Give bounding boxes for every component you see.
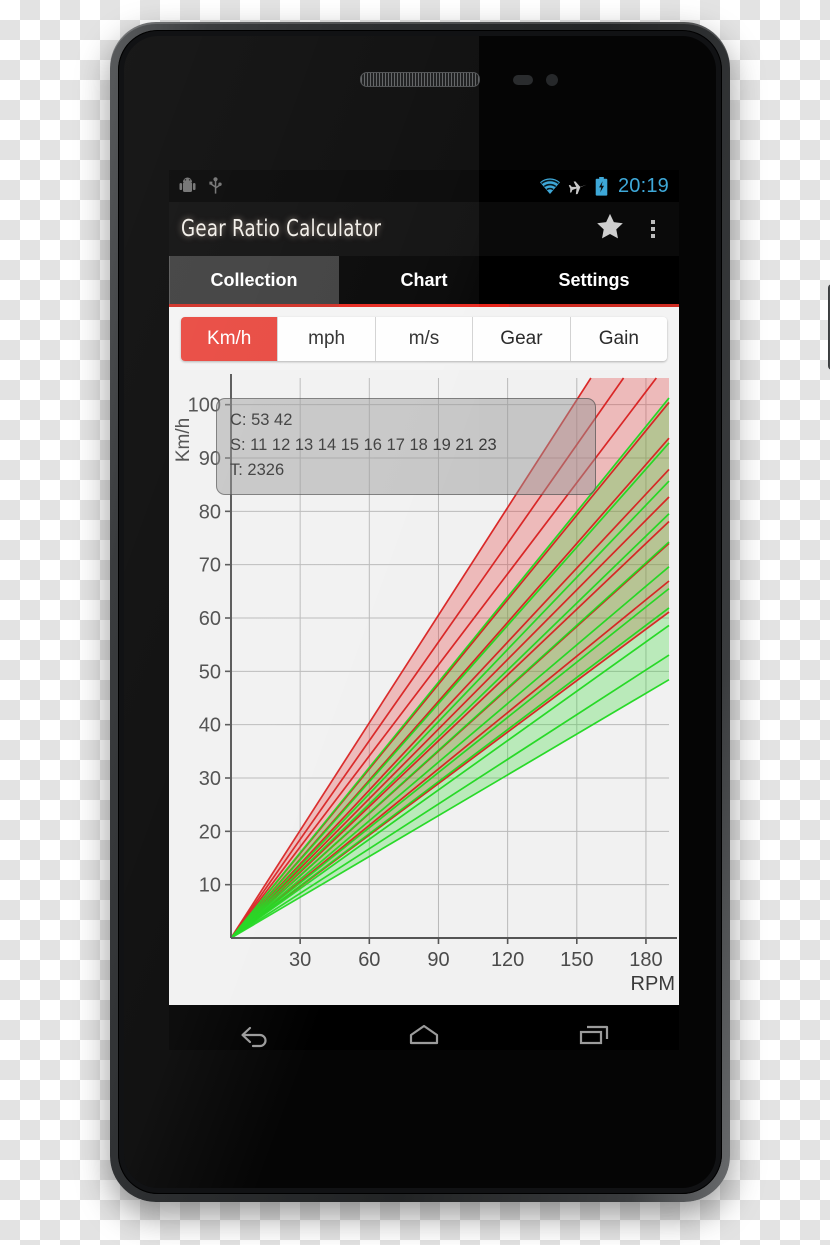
recent-apps-icon[interactable] (551, 1016, 637, 1051)
y-tick-label: 10 (199, 875, 221, 897)
tab-settings-label: Settings (558, 269, 630, 290)
y-tick-label: 70 (199, 555, 221, 577)
status-bar-right-icons: 20:19 (539, 175, 669, 198)
action-bar-buttons (595, 212, 667, 246)
action-bar: Gear Ratio Calculator (169, 202, 679, 256)
gear-chart[interactable]: 10 20 30 40 50 60 70 80 90 100 30 60 90 120 150 180 Km/… (169, 370, 679, 1005)
phone-glass: 20:19 Gear Ratio Calculator Collection C… (124, 36, 716, 1188)
status-bar-left-icons (179, 177, 223, 195)
usb-icon (209, 177, 222, 194)
x-tick-label: 30 (289, 949, 311, 971)
unit-button-ms[interactable]: m/s (375, 317, 474, 361)
unit-selector-container: Km/h mph m/s Gear Gain (169, 307, 679, 370)
chart-y-axis-label: Km/h (173, 418, 194, 462)
star-icon[interactable] (595, 212, 625, 246)
proximity-sensor (513, 75, 533, 85)
y-tick-label: 30 (199, 768, 221, 790)
info-tire: T: 2326 (230, 461, 285, 480)
back-icon[interactable] (211, 1016, 297, 1051)
android-nav-bar (169, 1005, 679, 1050)
unit-button-kmh[interactable]: Km/h (181, 317, 279, 361)
phone-device: 20:19 Gear Ratio Calculator Collection C… (110, 22, 830, 1202)
y-tick-label: 50 (199, 661, 221, 683)
gear-info-tooltip[interactable]: C: 53 42 S: 11 12 13 14 15 16 17 18 19 2… (216, 398, 596, 496)
android-debug-icon (179, 177, 196, 192)
app-title: Gear Ratio Calculator (181, 216, 382, 242)
tab-bar: Collection Chart Settings (169, 256, 679, 307)
unit-selector: Km/h mph m/s Gear Gain (181, 317, 667, 361)
info-chainrings: C: 53 42 (230, 411, 293, 429)
tab-collection[interactable]: Collection (169, 256, 339, 304)
tab-collection-label: Collection (210, 269, 298, 290)
wifi-icon (539, 177, 560, 194)
unit-button-gain[interactable]: Gain (570, 317, 667, 361)
tab-chart-label: Chart (400, 269, 448, 290)
chart-x-axis-label: RPM (631, 973, 675, 995)
y-tick-label: 20 (199, 821, 221, 843)
status-bar-clock: 20:19 (617, 174, 669, 197)
earpiece-speaker (360, 72, 480, 87)
airplane-mode-icon (568, 181, 587, 195)
tab-chart[interactable]: Chart (339, 256, 509, 307)
light-sensor (546, 74, 558, 86)
x-tick-label: 150 (560, 949, 593, 971)
unit-button-gear[interactable]: Gear (473, 317, 571, 361)
unit-button-mph[interactable]: mph (278, 317, 376, 361)
y-tick-label: 40 (199, 715, 221, 737)
x-tick-label: 60 (358, 949, 380, 971)
info-sprockets: S: 11 12 13 14 15 16 17 18 19 21 23 (230, 436, 497, 455)
y-tick-label: 60 (199, 608, 221, 630)
y-tick-label: 80 (199, 501, 221, 523)
x-tick-label: 90 (427, 949, 449, 971)
battery-charging-icon (595, 176, 608, 196)
phone-screen: 20:19 Gear Ratio Calculator Collection C… (169, 170, 679, 1050)
status-bar: 20:19 (169, 170, 679, 202)
x-tick-label: 120 (491, 949, 524, 971)
overflow-menu-icon[interactable] (645, 216, 661, 242)
home-icon[interactable] (381, 1016, 467, 1051)
tab-settings[interactable]: Settings (509, 256, 679, 304)
x-tick-label: 180 (629, 949, 662, 971)
